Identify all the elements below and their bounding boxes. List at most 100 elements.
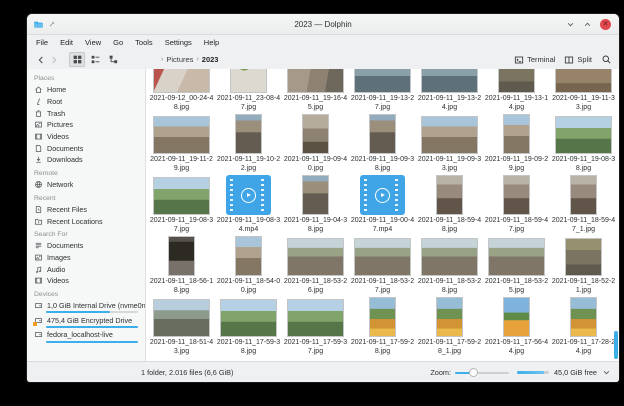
file-item[interactable]: 2021-09-11_19-10-22.jpg — [215, 114, 282, 175]
sidebar-item-label: Documents — [47, 241, 83, 250]
menu-settings[interactable]: Settings — [159, 38, 198, 47]
sidebar-item-recent-files[interactable]: Recent Files — [34, 204, 145, 216]
sidebar-item-documents[interactable]: Documents — [34, 240, 145, 252]
sidebar-item-videos[interactable]: Videos — [34, 275, 145, 287]
file-item[interactable]: 2021-09-11_18-52-21.jpg — [550, 236, 617, 297]
file-item[interactable]: 2021-09-11_19-08-37.jpg — [148, 175, 215, 236]
sidebar-item-trash[interactable]: Trash — [34, 107, 145, 119]
sidebar-item-fedora-localhost-live[interactable]: fedora_localhost-live — [34, 329, 145, 341]
details-view-button[interactable] — [87, 52, 103, 67]
maximize-button[interactable] — [583, 20, 592, 29]
sidebar-item-images[interactable]: Images — [34, 252, 145, 264]
vertical-scrollbar[interactable] — [614, 331, 618, 359]
minimize-button[interactable] — [566, 20, 575, 29]
file-item[interactable]: 2021-09-11_18-53-27.jpg — [349, 236, 416, 297]
file-item[interactable]: 2021-09-11_19-08-38.jpg — [550, 114, 617, 175]
sidebar-item-network[interactable]: Network — [34, 179, 145, 191]
tree-view-icon — [108, 54, 119, 65]
close-button[interactable]: ✕ — [600, 19, 611, 30]
menu-go[interactable]: Go — [107, 38, 129, 47]
terminal-button-label: Terminal — [527, 55, 555, 64]
film-icon — [34, 132, 43, 141]
sidebar-item-root[interactable]: Root — [34, 96, 145, 108]
tree-view-button[interactable] — [105, 52, 121, 67]
file-item[interactable]: 2021-09-11_19-09-29.jpg — [483, 114, 550, 175]
sidebar-item-recent-locations[interactable]: Recent Locations — [34, 215, 145, 227]
file-item[interactable]: 2021-09-11_17-59-28_1.jpg — [416, 297, 483, 358]
doc-lines-icon — [34, 241, 43, 250]
icons-view-button[interactable] — [69, 52, 85, 67]
sidebar-item-475-4-gib-encrypted-drive[interactable]: 475,4 GiB Encrypted Drive — [34, 314, 145, 326]
sidebar-item-label: Trash — [47, 109, 65, 118]
file-item[interactable]: 2021-09-11_18-59-47_1.jpg — [550, 175, 617, 236]
zoom-slider[interactable] — [455, 368, 509, 377]
file-item[interactable]: 2021-09-11_19-00-47.mp4 — [349, 175, 416, 236]
sidebar-item-label: Documents — [47, 144, 83, 153]
photo-thumbnail — [421, 116, 478, 154]
file-item[interactable]: 2021-09-11_17-59-37.jpg — [282, 297, 349, 358]
file-item[interactable]: 2021-09-11_18-59-47.jpg — [483, 175, 550, 236]
file-item[interactable]: 2021-09-11_23-08-47.jpg — [215, 69, 282, 114]
file-item[interactable]: 2021-09-11_19-09-33.jpg — [416, 114, 483, 175]
file-name: 2021-09-11_19-13-27.jpg — [351, 94, 415, 113]
sidebar-item-1-0-gib-internal-drive-nvme0n-[interactable]: 1,0 GiB Internal Drive (nvme0n… — [34, 300, 145, 312]
sidebar-item-pictures[interactable]: Pictures — [34, 119, 145, 131]
menu-view[interactable]: View — [79, 38, 107, 47]
file-item[interactable]: 2021-09-11_19-09-40.jpg — [282, 114, 349, 175]
sidebar-item-documents[interactable]: Documents — [34, 142, 145, 154]
file-item[interactable]: 2021-09-11_19-11-29.jpg — [148, 114, 215, 175]
file-name: 2021-09-11_19-11-29.jpg — [150, 155, 214, 174]
file-item[interactable]: 2021-09-11_19-08-34.mp4 — [215, 175, 282, 236]
file-item[interactable]: 2021-09-11_17-59-38.jpg — [215, 297, 282, 358]
photo-thumbnail — [302, 114, 329, 154]
file-name: 2021-09-11_19-04-38.jpg — [284, 216, 348, 235]
sidebar-item-downloads[interactable]: Downloads — [34, 154, 145, 166]
back-button[interactable] — [34, 55, 47, 65]
forward-button[interactable] — [47, 55, 60, 65]
file-item[interactable]: 2021-09-11_19-13-14.jpg — [483, 69, 550, 114]
split-button[interactable]: Split — [564, 55, 592, 65]
search-button[interactable] — [601, 54, 612, 65]
sidebar-item-videos[interactable]: Videos — [34, 131, 145, 143]
file-item[interactable]: 2021-09-11_18-51-43.jpg — [148, 297, 215, 358]
folder-view[interactable]: 2021-09-12_00-24-48.jpg2021-09-11_23-08-… — [146, 69, 619, 361]
file-item[interactable]: 2021-09-11_19-04-38.jpg — [282, 175, 349, 236]
drive-icon — [34, 330, 43, 339]
pin-icon[interactable] — [48, 20, 56, 28]
file-item[interactable]: 2021-09-11_18-53-28.jpg — [416, 236, 483, 297]
file-item[interactable]: 2021-09-11_19-13-27.jpg — [349, 69, 416, 114]
free-space-chevron-icon[interactable] — [602, 368, 611, 377]
file-item[interactable]: 2021-09-11_19-09-38.jpg — [349, 114, 416, 175]
menu-file[interactable]: File — [30, 38, 54, 47]
zoom-slider-handle[interactable] — [469, 368, 478, 377]
file-item[interactable]: 2021-09-11_18-54-00.jpg — [215, 236, 282, 297]
file-item[interactable]: 2021-09-11_19-13-24.jpg — [416, 69, 483, 114]
sidebar-item-home[interactable]: Home — [34, 84, 145, 96]
photo-thumbnail — [369, 114, 396, 154]
titlebar[interactable]: 2023 — Dolphin ✕ — [27, 14, 619, 35]
terminal-button[interactable]: Terminal — [514, 55, 555, 65]
file-item[interactable]: 2021-09-11_19-11-33.jpg — [550, 69, 617, 114]
split-button-label: Split — [577, 55, 592, 64]
sidebar-section-devices: Devices — [34, 291, 145, 298]
file-item[interactable]: 2021-09-11_18-53-26.jpg — [282, 236, 349, 297]
file-row: 2021-09-12_00-24-48.jpg2021-09-11_23-08-… — [148, 69, 617, 114]
menu-help[interactable]: Help — [198, 38, 225, 47]
file-item[interactable]: 2021-09-11_17-28-24.jpg — [550, 297, 617, 358]
file-name: 2021-09-12_00-24-48.jpg — [150, 94, 214, 113]
sidebar-item-audio[interactable]: Audio — [34, 263, 145, 275]
breadcrumb-item-2023[interactable]: 2023 — [202, 55, 219, 64]
file-item[interactable]: 2021-09-11_18-56-18.jpg — [148, 236, 215, 297]
menu-edit[interactable]: Edit — [54, 38, 79, 47]
file-item[interactable]: 2021-09-11_17-59-28.jpg — [349, 297, 416, 358]
file-row: 2021-09-11_19-11-29.jpg2021-09-11_19-10-… — [148, 114, 617, 175]
file-item[interactable]: 2021-09-11_19-16-45.jpg — [282, 69, 349, 114]
file-item[interactable]: 2021-09-11_18-59-48.jpg — [416, 175, 483, 236]
file-item[interactable]: 2021-09-11_18-53-25.jpg — [483, 236, 550, 297]
file-item[interactable]: 2021-09-12_00-24-48.jpg — [148, 69, 215, 114]
file-item[interactable]: 2021-09-11_17-56-44.jpg — [483, 297, 550, 358]
device-usage-bar — [46, 341, 138, 343]
breadcrumb-item-pictures[interactable]: Pictures — [166, 55, 193, 64]
photo-thumbnail — [287, 69, 344, 93]
menu-tools[interactable]: Tools — [129, 38, 159, 47]
